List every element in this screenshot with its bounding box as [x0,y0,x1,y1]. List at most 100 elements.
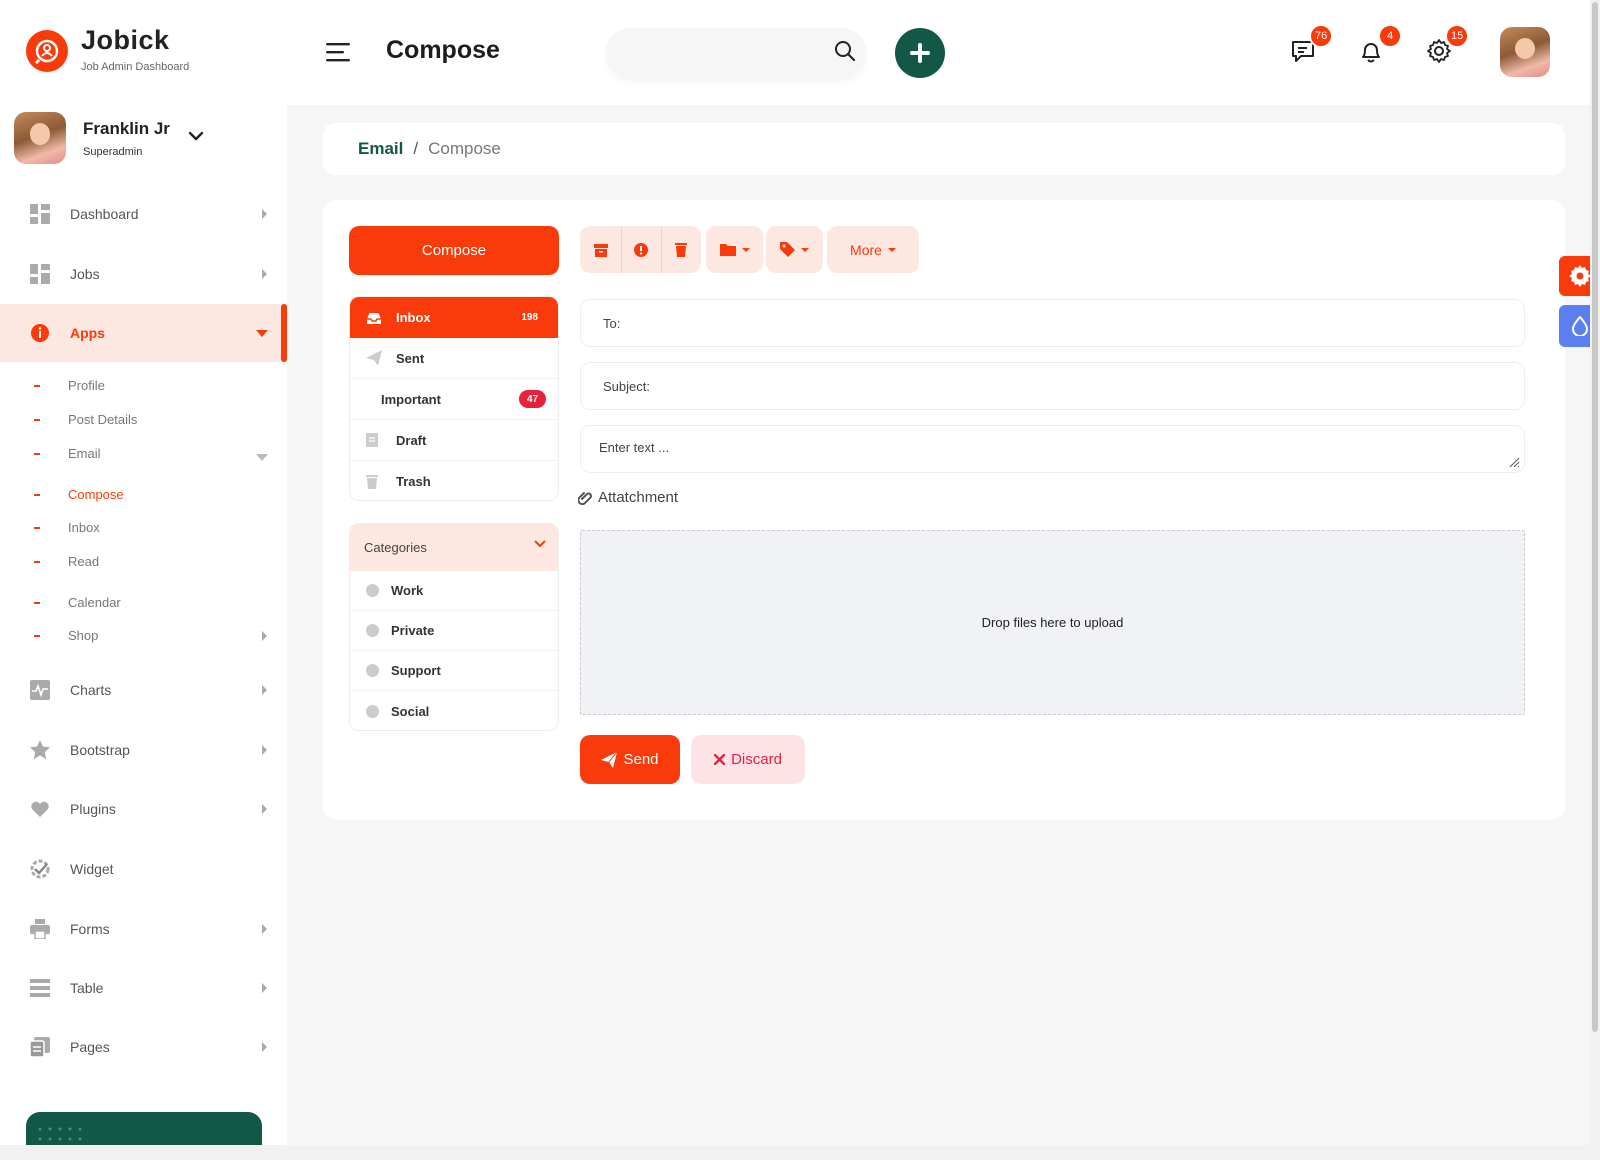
horizontal-scrollbar[interactable] [0,1145,1590,1160]
sidebar-item-label: Plugins [70,801,116,817]
send-icon [366,350,382,366]
folder-label: Important [381,391,441,407]
subject-field[interactable] [580,362,1525,410]
discard-button[interactable]: Discard [691,735,805,784]
category-dot [366,624,379,637]
sidebar-item-table[interactable]: Table [0,959,287,1017]
widget-icon [30,859,50,879]
category-label: Work [391,583,424,598]
caret-down-icon [887,247,896,252]
bullet-dash [34,601,40,604]
bullet-dash [34,634,40,637]
bullet-dash [34,560,40,563]
caret-right-icon [262,804,267,814]
bullet-dash [34,384,40,387]
chart-icon [30,680,50,700]
discard-label: Discard [731,751,782,768]
sidebar-subitem-read[interactable]: Read [34,554,99,569]
folder-draft[interactable]: Draft [350,420,558,461]
report-button[interactable] [621,226,661,273]
sidebar-item-apps[interactable]: Apps [0,304,287,362]
category-support[interactable]: Support [350,651,558,691]
sidebar-item-dashboard[interactable]: Dashboard [0,185,287,243]
header-avatar[interactable] [1500,27,1550,77]
caret-right-icon [262,209,267,219]
category-social[interactable]: Social [350,691,558,730]
compose-button[interactable]: Compose [349,226,559,275]
breadcrumb-parent[interactable]: Email [358,139,403,159]
sidebar-item-pages[interactable]: Pages [0,1018,287,1076]
subitem-label: Profile [68,378,105,393]
sidebar-item-label: Bootstrap [70,742,130,758]
more-dropdown[interactable]: More [827,226,919,273]
sidebar-subitem-post-details[interactable]: Post Details [34,412,137,427]
folder-inbox[interactable]: Inbox 198 [350,297,558,338]
send-icon [601,751,618,768]
folder-trash[interactable]: Trash [350,461,558,500]
file-dropzone[interactable]: Drop files here to upload [580,530,1525,715]
message-body-textarea[interactable] [580,425,1525,473]
add-button[interactable] [895,28,945,78]
subitem-label: Read [68,554,100,569]
paperclip-icon [578,491,592,505]
close-icon [714,754,726,765]
folder-label: Sent [396,350,425,366]
category-work[interactable]: Work [350,571,558,611]
menu-toggle-icon[interactable] [326,42,350,62]
sidebar-item-jobs[interactable]: Jobs [0,245,287,303]
resize-handle-icon[interactable] [1508,456,1520,468]
sidebar-subitem-compose[interactable]: Compose [34,487,124,502]
subitem-label: Inbox [68,520,100,535]
folder-sent[interactable]: Sent [350,338,558,379]
categories-header[interactable]: Categories [350,524,558,571]
delete-button[interactable] [661,226,701,273]
move-folder-dropdown[interactable] [706,226,763,273]
pages-icon [30,1037,50,1057]
subitem-label: Compose [68,487,124,502]
user-name: Franklin Jr [83,119,170,138]
archive-button[interactable] [580,226,621,273]
search-input[interactable] [606,28,866,78]
category-dot [366,704,379,718]
category-dot [366,664,379,677]
caret-right-icon [262,631,267,641]
chevron-down-icon[interactable] [188,130,204,142]
tag-dropdown[interactable] [766,226,823,273]
bullet-dash [34,452,40,455]
user-avatar[interactable] [14,112,66,164]
send-button[interactable]: Send [580,735,680,784]
sidebar-item-bootstrap[interactable]: Bootstrap [0,721,287,779]
sidebar-subitem-shop[interactable]: Shop [34,628,274,643]
breadcrumb-current: Compose [428,139,501,158]
sidebar-item-charts[interactable]: Charts [0,661,287,719]
sidebar-subitem-profile[interactable]: Profile [34,378,105,393]
sidebar-item-label: Table [70,980,104,996]
sidebar-item-widget[interactable]: Widget [0,840,287,898]
sidebar-subitem-email[interactable]: Email [34,446,274,461]
search-icon[interactable] [834,40,856,62]
scrollbar-thumb[interactable] [1592,2,1598,1032]
brand-name: Jobick [81,25,170,55]
attachment-heading: Attatchment [578,489,678,506]
heart-icon [31,801,49,817]
brand-logo-icon[interactable] [26,30,68,72]
caret-right-icon [262,685,267,695]
trash-icon [675,242,687,257]
caret-down-icon [801,247,809,252]
category-private[interactable]: Private [350,611,558,651]
sidebar-item-forms[interactable]: Forms [0,900,287,958]
info-icon [31,324,49,342]
folder-important[interactable]: Important 47 [350,379,558,420]
sidebar-subitem-calendar[interactable]: Calendar [34,595,121,610]
subitem-label: Post Details [68,412,138,427]
sidebar-subitem-inbox[interactable]: Inbox [34,520,100,535]
category-label: Social [391,703,430,719]
breadcrumb: Email / Compose [323,123,1565,175]
to-field[interactable] [580,299,1525,347]
dot-pattern-icon [38,1127,82,1141]
sidebar-item-label: Widget [70,861,114,877]
sidebar-item-plugins[interactable]: Plugins [0,780,287,838]
alert-icon [634,242,648,257]
grid-icon [30,204,50,224]
star-icon [30,740,50,760]
